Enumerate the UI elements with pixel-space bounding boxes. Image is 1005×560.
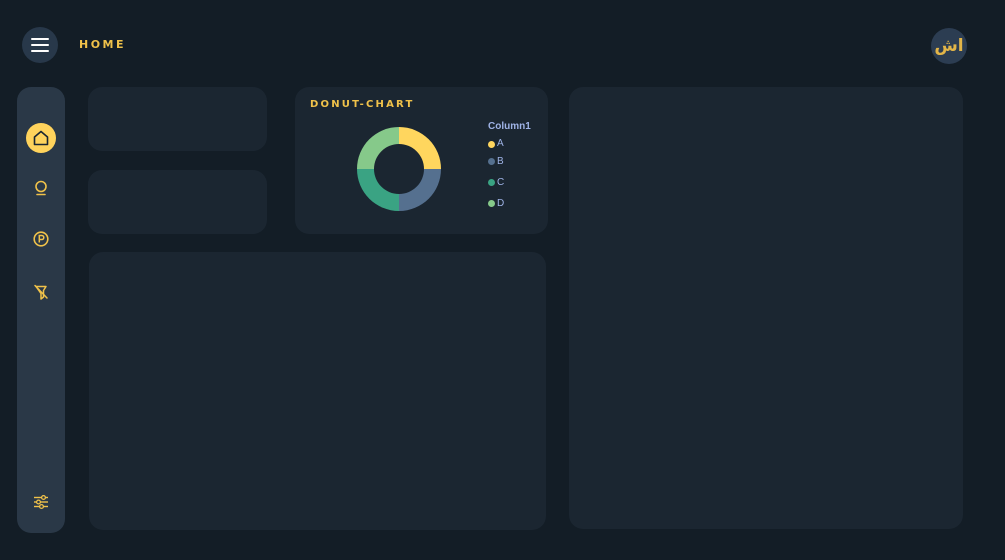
- legend-dot: [488, 140, 495, 148]
- right-panel: [569, 87, 963, 529]
- donut-chart-card: DONUT-CHART Column1 ABCD: [295, 87, 548, 234]
- legend-dot: [488, 200, 495, 207]
- legend-item-a[interactable]: A: [488, 137, 531, 151]
- logo[interactable]: اش: [931, 28, 967, 64]
- sidebar-item-settings[interactable]: [26, 487, 56, 517]
- donut-slice-a[interactable]: [399, 127, 441, 169]
- legend-label: D: [497, 197, 505, 209]
- sidebar-item-parking[interactable]: [26, 224, 56, 254]
- donut-chart: [357, 127, 441, 211]
- logo-text: اش: [934, 36, 964, 56]
- sidebar-item-light[interactable]: [26, 173, 56, 203]
- chart-title: DONUT-CHART: [310, 99, 415, 110]
- main-panel: [89, 252, 546, 530]
- card-top: [88, 87, 267, 151]
- sidebar: [17, 87, 65, 533]
- app-root: HOME اش DONUT-CHART Column1 A B C D: [0, 0, 1005, 560]
- legend-dot: [488, 158, 495, 165]
- legend-label: A: [497, 138, 504, 149]
- chart-legend: Column1 ABCD: [488, 121, 531, 214]
- legend-dot: [488, 179, 495, 186]
- legend-label: C: [497, 176, 505, 188]
- sliders-icon: [34, 494, 48, 510]
- donut-slice-d[interactable]: [357, 127, 399, 169]
- donut-slice-c[interactable]: [357, 169, 399, 211]
- page-title: HOME: [79, 38, 127, 51]
- sidebar-item-no-parking[interactable]: [26, 277, 56, 307]
- home-icon: [33, 130, 49, 146]
- card-middle: [88, 170, 267, 234]
- sidebar-item-home[interactable]: [26, 123, 56, 153]
- legend-item-c[interactable]: C: [488, 172, 531, 193]
- parking-icon: [33, 231, 49, 247]
- legend-label: B: [497, 155, 504, 167]
- lightbulb-icon: [35, 180, 47, 196]
- menu-button[interactable]: [22, 27, 58, 63]
- legend-item-b[interactable]: B: [488, 151, 531, 172]
- hamburger-icon: [31, 38, 49, 52]
- no-parking-icon: [34, 284, 48, 300]
- legend-item-d[interactable]: D: [488, 193, 531, 214]
- donut-slice-b[interactable]: [399, 169, 441, 211]
- legend-title: Column1: [488, 121, 531, 132]
